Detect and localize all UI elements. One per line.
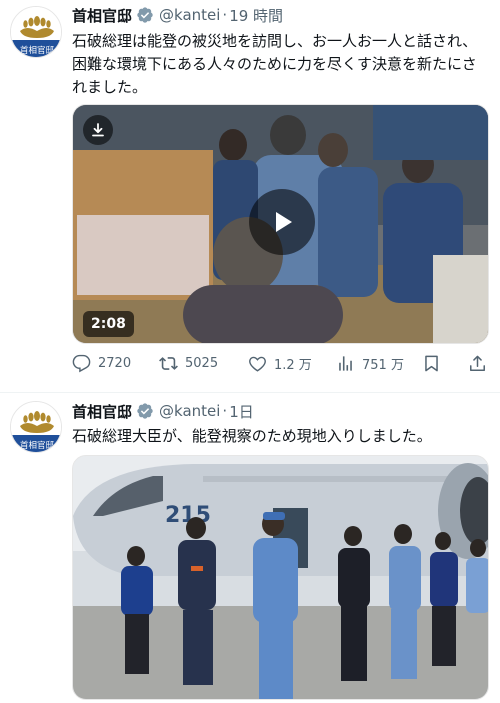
bookmark-icon	[425, 355, 438, 371]
separator-dot: ·	[222, 402, 228, 420]
reply-button[interactable]: 2720	[72, 348, 131, 378]
avatar-text: 首相官邸	[20, 45, 55, 56]
tweet-header: 首相官邸 @kantei · 19 時間	[72, 4, 283, 26]
heart-icon	[249, 356, 266, 372]
views-button[interactable]: 751 万	[336, 348, 404, 378]
tweet-timestamp[interactable]: 1日	[229, 401, 254, 422]
paulownia-crest-icon: 首相官邸	[11, 7, 61, 57]
download-icon	[92, 123, 104, 137]
tweet-text: 石破総理大臣が、能登視察のため現地入りしました。	[72, 427, 432, 445]
author-name[interactable]: 首相官邸	[72, 5, 132, 26]
play-button[interactable]	[249, 189, 315, 255]
like-count: 1.2 万	[274, 357, 312, 373]
retweet-button[interactable]: 5025	[159, 348, 218, 378]
separator-dot: ·	[222, 6, 228, 24]
like-button[interactable]: 1.2 万	[248, 348, 312, 378]
play-icon	[276, 212, 292, 232]
video-duration: 2:08	[83, 311, 134, 337]
verified-badge-icon	[137, 403, 153, 419]
author-name[interactable]: 首相官邸	[72, 401, 132, 422]
verified-badge-icon	[137, 7, 153, 23]
author-handle[interactable]: @kantei	[159, 6, 220, 24]
retweet-count: 5025	[185, 355, 219, 371]
tweet-timestamp[interactable]: 19 時間	[229, 5, 283, 26]
author-handle[interactable]: @kantei	[159, 402, 220, 420]
tweet[interactable]: 首相官邸 首相官邸 @kantei · 19 時間 石破総理は能登の被災地を訪問…	[0, 0, 500, 392]
video-player[interactable]: 2:08	[72, 104, 489, 344]
share-button[interactable]	[468, 348, 487, 378]
download-button[interactable]	[83, 115, 113, 145]
avatar[interactable]: 首相官邸	[10, 401, 62, 453]
views-bar-chart-icon	[339, 355, 352, 371]
tweet-actions: 2720 5025 1.2 万 751 万	[72, 348, 492, 378]
aircraft-photo: 215	[73, 456, 488, 699]
avatar[interactable]: 首相官邸	[10, 6, 62, 58]
views-count: 751 万	[362, 357, 404, 373]
bookmark-button[interactable]	[422, 348, 441, 378]
paulownia-crest-icon: 首相官邸	[11, 402, 61, 452]
avatar-text: 首相官邸	[20, 440, 55, 451]
reply-count: 2720	[98, 355, 132, 371]
tweet-text: 石破総理は能登の被災地を訪問し、お一人お一人と話され、困難な環境下にある人々のた…	[72, 32, 478, 96]
retweet-icon	[159, 356, 178, 370]
tweet-header: 首相官邸 @kantei · 1日	[72, 400, 254, 422]
reply-icon	[72, 354, 91, 372]
share-icon	[470, 355, 485, 371]
tweet-image[interactable]: 215	[72, 455, 489, 700]
tweet[interactable]: 首相官邸 首相官邸 @kantei · 1日 石破総理大臣が、能登視察のため現地…	[0, 393, 500, 703]
